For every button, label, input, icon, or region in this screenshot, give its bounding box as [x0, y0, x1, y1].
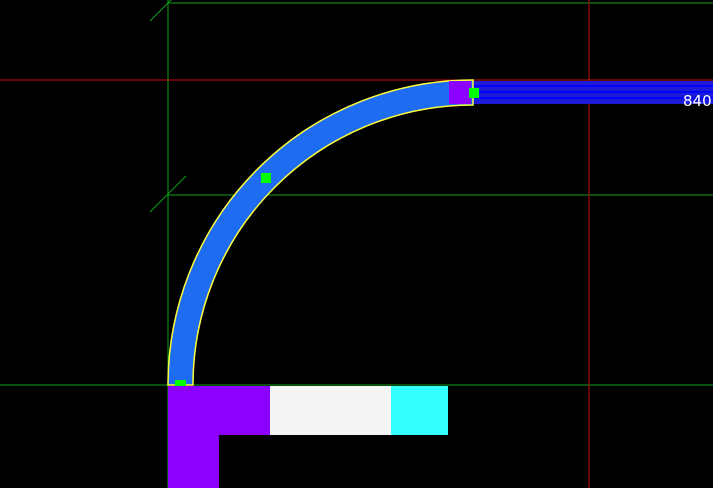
duct-elbow-body[interactable] [167, 79, 474, 386]
white-block[interactable] [270, 386, 391, 435]
magenta-l-block[interactable] [168, 386, 270, 488]
cad-drawing-canvas[interactable]: 840 [0, 0, 713, 488]
grip-elbow-end[interactable] [469, 88, 479, 98]
elbow-end-connector[interactable] [449, 81, 471, 104]
conduit-run[interactable] [473, 81, 713, 104]
cyan-block[interactable] [391, 386, 448, 435]
dimension-label: 840 [683, 92, 712, 110]
duct-elbow-fitting[interactable] [167, 79, 479, 390]
grip-elbow-mid[interactable] [261, 173, 271, 183]
equipment-blocks[interactable] [168, 386, 448, 488]
